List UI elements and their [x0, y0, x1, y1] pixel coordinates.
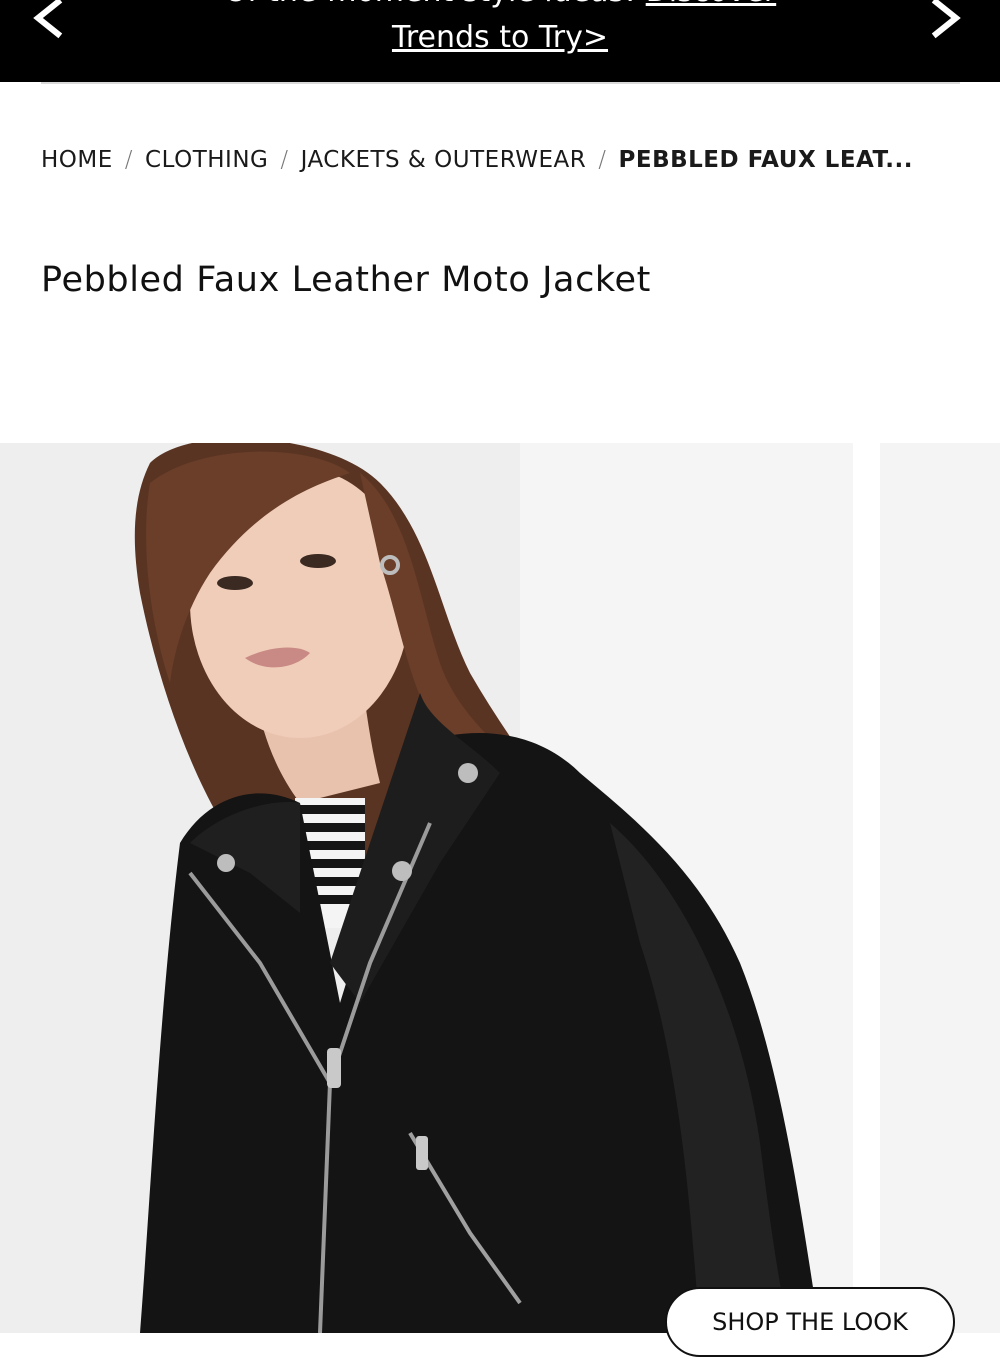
promo-link-discover[interactable]: Discover	[646, 0, 776, 9]
promo-text: Of-the-moment style ideas!	[224, 0, 636, 9]
breadcrumb: HOME / CLOTHING / JACKETS & OUTERWEAR / PEBBLE…	[41, 140, 971, 180]
breadcrumb-home[interactable]: HOME	[41, 147, 113, 173]
chevron-left-icon[interactable]	[22, 0, 82, 40]
promo-link-trends[interactable]: Trends to Try>	[392, 20, 608, 55]
model-photo	[0, 443, 853, 1333]
breadcrumb-separator: /	[280, 147, 289, 173]
promo-banner: Of-the-moment style ideas! Discover Tren…	[0, 0, 1000, 82]
product-title: Pebbled Faux Leather Moto Jacket	[41, 260, 651, 300]
breadcrumb-jackets-outerwear[interactable]: JACKETS & OUTERWEAR	[301, 147, 587, 173]
breadcrumb-current: PEBBLED FAUX LEAT...	[618, 147, 913, 173]
product-image[interactable]	[0, 443, 853, 1333]
next-product-image[interactable]	[880, 443, 1000, 1333]
chevron-right-icon[interactable]	[918, 0, 978, 40]
shop-the-look-button[interactable]: SHOP THE LOOK	[665, 1287, 955, 1357]
breadcrumb-separator: /	[124, 147, 134, 173]
breadcrumb-clothing[interactable]: CLOTHING	[145, 147, 268, 173]
header-divider	[41, 82, 960, 84]
promo-message: Of-the-moment style ideas! Discover Tren…	[120, 0, 880, 61]
breadcrumb-separator: /	[598, 147, 607, 173]
